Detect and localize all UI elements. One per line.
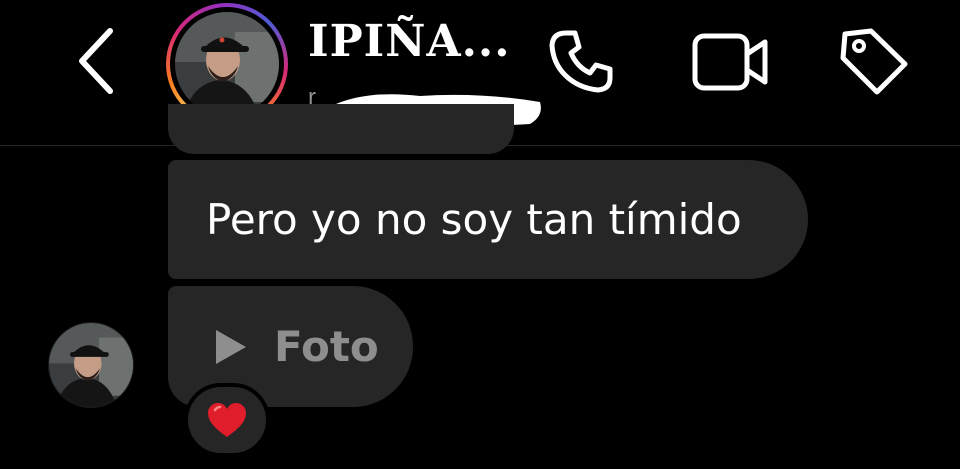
back-button[interactable]	[66, 24, 126, 98]
tag-icon	[840, 28, 908, 95]
phone-icon	[549, 30, 613, 93]
header-divider	[0, 145, 960, 146]
avatar-photo	[175, 12, 279, 116]
heart-icon	[208, 403, 246, 437]
sender-avatar[interactable]	[48, 322, 134, 408]
previous-message-bubble[interactable]	[168, 104, 514, 154]
contact-name[interactable]: IPIÑA...	[308, 16, 511, 67]
audio-call-button[interactable]	[543, 26, 619, 98]
play-icon	[216, 329, 246, 364]
message-bubble[interactable]: Pero yo no soy tan tímido	[168, 160, 808, 279]
chat-screen: IPIÑA... r Pero yo no soy tan tímido Fot…	[0, 0, 960, 469]
reaction-badge[interactable]	[184, 383, 270, 457]
tag-button[interactable]	[836, 26, 912, 98]
message-text: Pero yo no soy tan tímido	[206, 195, 742, 244]
chevron-left-icon	[79, 28, 113, 94]
video-camera-icon	[692, 33, 768, 91]
photo-label: Foto	[274, 322, 379, 371]
video-call-button[interactable]	[688, 26, 772, 98]
